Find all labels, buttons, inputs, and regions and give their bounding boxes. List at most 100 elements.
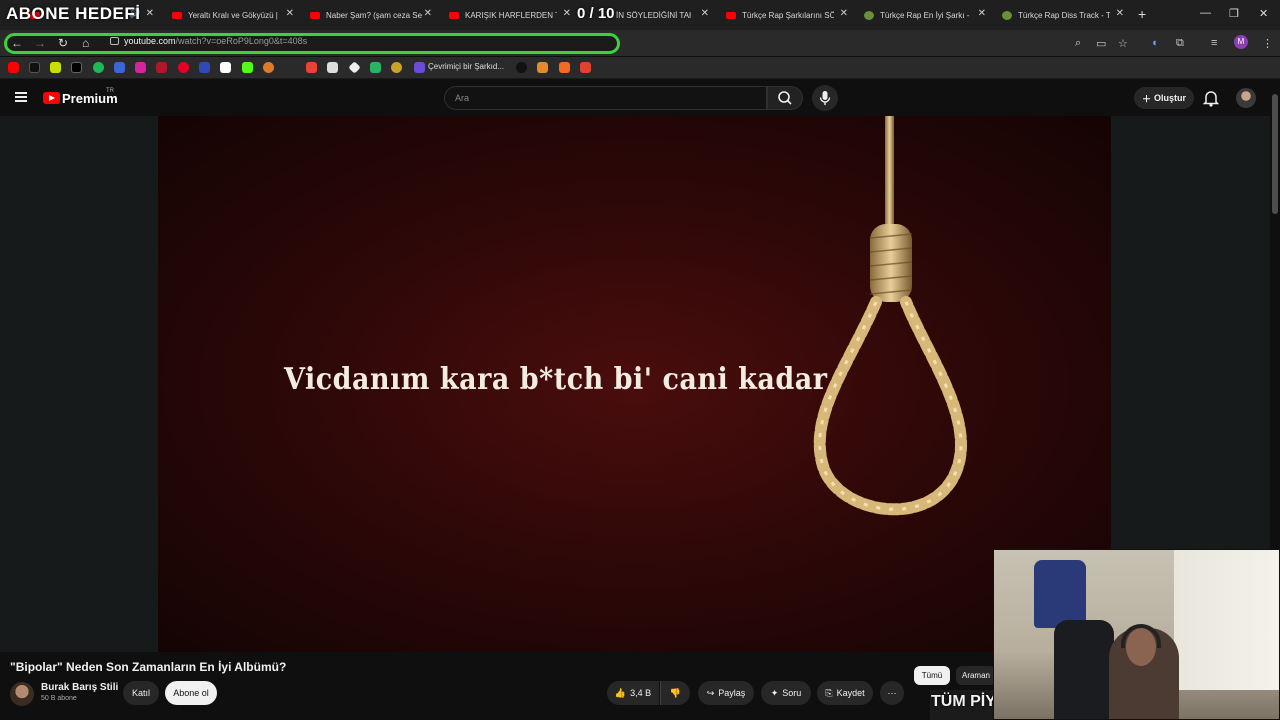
close-tab-icon[interactable]: ✕ [701,8,709,19]
close-tab-icon[interactable]: ✕ [1116,8,1124,19]
tab-label: Türkçe Rap Şarkılarını SÖ [742,10,834,20]
bookmark-gold-icon[interactable] [391,62,402,73]
share-button[interactable]: ↪ Paylaş [698,681,754,705]
address-bar-highlight[interactable] [4,33,620,54]
webcam-jersey [1034,560,1086,628]
youtube-favicon-icon [726,11,736,19]
rope-strand [885,116,894,226]
bookmark-x-icon[interactable] [71,62,82,73]
extensions-puzzle-icon[interactable]: ⧉ [1176,37,1184,50]
tab-3[interactable]: KARIŞIK HARFLERDEN TÜ ✕ [449,4,571,26]
close-tab-icon[interactable]: ✕ [563,8,571,19]
scrollbar-thumb[interactable] [1272,94,1278,214]
youtube-logo-icon[interactable] [43,92,60,104]
ask-button[interactable]: ✦ Soru [761,681,811,705]
cast-icon[interactable]: ▭ [1096,37,1106,50]
bookmark-slash-icon[interactable] [285,62,296,73]
back-arrow-icon[interactable]: ← [11,36,23,50]
like-button[interactable]: 👍 3,4 B [607,681,659,705]
bookmark-flame-icon[interactable] [559,62,570,73]
bookmark-red-square-icon[interactable] [580,62,591,73]
bookmark-instagram-icon[interactable] [135,62,146,73]
subscriber-goal-title: ABONE HEDEFİ [6,4,141,23]
bookmark-song-icon[interactable] [414,62,425,73]
bookmark-pinterest-icon[interactable] [178,62,189,73]
new-tab-icon[interactable]: + [1138,6,1146,22]
tab-2[interactable]: Naber Şam? (şam ceza Se ✕ [310,4,432,26]
notifications-bell-icon[interactable] [1203,89,1219,107]
menu-kebab-icon[interactable]: ⋮ [1262,37,1273,50]
bookmark-star-icon[interactable]: ☆ [1118,37,1128,50]
bookmark-kick-icon[interactable] [242,62,253,73]
search-input[interactable]: Ara [444,86,767,110]
save-button[interactable]: ⎘ Kaydet [817,681,873,705]
bookmark-orange-icon[interactable] [263,62,274,73]
search-button[interactable] [767,86,803,110]
bookmark-spotify-icon[interactable] [93,62,104,73]
bookmark-diamond-icon[interactable] [348,61,361,74]
youtube-favicon-icon [310,11,320,19]
reload-icon[interactable]: ↻ [58,36,68,50]
menu-hamburger-icon[interactable] [15,92,27,102]
chip-search[interactable]: Araman [956,666,996,685]
bookmark-youtube-icon[interactable] [8,62,19,73]
account-avatar[interactable] [1236,88,1256,108]
dislike-button[interactable]: 👎 [660,681,690,705]
site-favicon-icon [1002,10,1012,20]
bookmark-green-icon[interactable] [370,62,381,73]
tab-label: Yeraltı Kralı ve Gökyüzü | [188,10,278,20]
close-tab-icon[interactable]: ✕ [146,8,154,19]
subscribe-button[interactable]: Abone ol [165,681,217,705]
create-button[interactable]: ＋ Oluştur [1134,87,1194,109]
tab-7[interactable]: Türkçe Rap Diss Track - T ✕ [1002,4,1124,26]
microphone-icon [819,91,831,105]
browser-toolbar: ← → ↻ ⌂ youtube.com/watch?v=oeRoP9Long0&… [0,30,1280,56]
forward-arrow-icon[interactable]: → [34,36,46,50]
bookmark-white-icon[interactable] [220,62,231,73]
more-actions-button[interactable]: ⋯ [880,681,904,705]
close-tab-icon[interactable]: ✕ [840,8,848,19]
bookmark-blue-icon[interactable] [114,62,125,73]
bookmark-black-icon[interactable] [516,62,527,73]
zoom-icon[interactable]: ⌕ [1075,37,1081,50]
media-queue-icon[interactable]: ≡ [1211,37,1217,49]
home-icon[interactable]: ⌂ [82,36,89,50]
bookmark-dark-blue-icon[interactable] [199,62,210,73]
minimize-icon[interactable]: — [1200,7,1211,19]
tab-1[interactable]: Yeraltı Kralı ve Gökyüzü | ✕ [172,4,294,26]
chip-all[interactable]: Tümü [914,666,950,685]
bookmark-wave-icon[interactable] [537,62,548,73]
tab-5[interactable]: Türkçe Rap Şarkılarını SÖ ✕ [726,4,848,26]
channel-avatar[interactable] [10,682,34,706]
chip-search-label: Araman [961,671,990,680]
tab-label: Naber Şam? (şam ceza Se [326,10,423,20]
close-window-icon[interactable]: ✕ [1259,7,1268,20]
close-tab-icon[interactable]: ✕ [286,8,294,19]
extension-icon[interactable]: ◖ [1151,37,1158,49]
tab-4[interactable]: İN SÖYLEDİĞİNİ TAHM ✕ [616,4,709,26]
bookmark-s-icon[interactable] [50,62,61,73]
webcam-window [1174,550,1279,690]
webcam-overlay [993,549,1280,720]
channel-name[interactable]: Burak Barış Stili [41,682,118,693]
bookmark-gmail-icon[interactable] [306,62,317,73]
site-info-icon[interactable] [110,37,119,45]
lyric-caption: Vicdanım kara b*tch bi' cani kadar [284,362,828,397]
close-tab-icon[interactable]: ✕ [424,8,432,19]
tab-label: KARIŞIK HARFLERDEN TÜ [465,10,557,20]
address-url[interactable]: youtube.com/watch?v=oeRoP9Long0&t=408s [124,36,307,46]
voice-search-button[interactable] [812,85,838,111]
bookmark-grey-icon[interactable] [327,62,338,73]
tab-6[interactable]: Türkçe Rap En İyi Şarkı - ✕ [864,4,986,26]
close-tab-icon[interactable]: ✕ [978,8,986,19]
bookmark-song-label[interactable]: Çevrimiçi bir Şarkıd... [428,62,504,71]
join-button[interactable]: Katıl [123,681,159,705]
save-label: Kaydet [836,688,865,698]
bookmark-red-icon[interactable] [156,62,167,73]
video-player[interactable]: Vicdanım kara b*tch bi' cani kadar [158,116,1111,652]
profile-avatar[interactable]: M [1234,35,1248,49]
bookmark-tiktok-icon[interactable] [29,62,40,73]
more-horizontal-icon: ⋯ [887,687,897,698]
restore-icon[interactable]: ❐ [1229,7,1239,20]
subscriber-goal-count: 0 / 10 [577,5,615,22]
